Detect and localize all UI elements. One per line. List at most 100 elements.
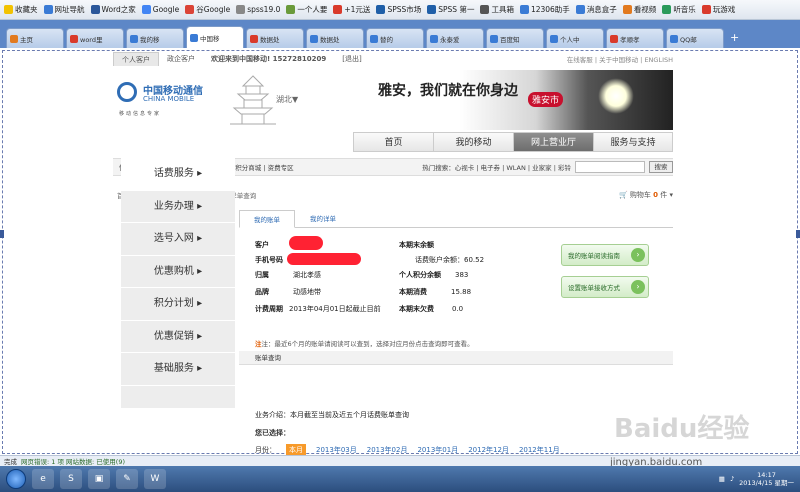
bill-guide-button[interactable]: 我的账单阅读指南 › (561, 244, 649, 266)
region-row: 归属 湖北孝感 (255, 271, 321, 279)
search-button[interactable]: 搜索 (649, 161, 673, 173)
month-option[interactable]: 2013年01月 (417, 445, 458, 455)
page-icon (430, 34, 438, 43)
status-detail[interactable]: 网页错误: 1 项 网站数据: 已使用(9) (21, 456, 125, 466)
tab-group[interactable]: 政企客户 (159, 52, 203, 66)
sidebar-item-number[interactable]: 选号入网 ▸ (121, 223, 235, 256)
sidebar-item-basic[interactable]: 基础服务 ▸ (121, 353, 235, 386)
spss-icon (376, 5, 386, 14)
page-icon (610, 34, 618, 43)
redaction (287, 253, 361, 265)
browser-tab[interactable]: 个人中 (546, 28, 604, 48)
customer-label: 客户 (255, 241, 269, 249)
favorites-item[interactable]: 看视频 (622, 4, 656, 15)
favorites-item[interactable]: 消息盒子 (575, 4, 617, 15)
top-right-links[interactable]: 在线客服 | 关于中国移动 | ENGLISH (567, 54, 673, 64)
month-option[interactable]: 2012年11月 (519, 445, 560, 455)
new-tab-icon[interactable]: + (730, 31, 739, 48)
star-icon (4, 5, 13, 14)
tab-my-bill[interactable]: 我的账单 (239, 210, 295, 228)
content-tabs: 我的账单 我的详单 (239, 210, 673, 228)
logout-link[interactable]: [退出] (334, 52, 369, 66)
month-option[interactable]: 2013年03月 (316, 445, 357, 455)
clock[interactable]: 14:17 2013/4/15 星期一 (739, 471, 794, 487)
browser-tab[interactable]: word里 (66, 28, 124, 48)
points-row: 个人积分余额 383 (399, 271, 469, 279)
favorites-item[interactable]: 收藏夹 (4, 4, 38, 15)
arrow-right-icon: › (631, 280, 645, 294)
page-icon (310, 34, 318, 43)
system-tray: ▦ ♪ 14:17 2013/4/15 星期一 (719, 471, 800, 487)
edge-marker (0, 230, 4, 238)
section-header: 账单查询 (239, 351, 673, 365)
nav-service[interactable]: 服务与支持 (593, 132, 673, 152)
browser-tab[interactable]: 主页 (6, 28, 64, 48)
search-input[interactable] (575, 161, 645, 173)
favorites-item[interactable]: 听音乐 (662, 4, 696, 15)
nav-online-hall[interactable]: 网上营业厅 (513, 132, 593, 152)
favorites-item[interactable]: SPSS 第一 (427, 4, 474, 15)
tab-my-detail[interactable]: 我的详单 (295, 210, 351, 228)
sidebar-item-fee[interactable]: 话费服务 ▸ (121, 158, 235, 191)
month-option[interactable]: 2013年02月 (367, 445, 408, 455)
sidebar-item-business[interactable]: 业务办理 ▸ (121, 191, 235, 223)
browser-tab[interactable]: QQ邮 (666, 28, 724, 48)
tab-personal[interactable]: 个人客户 (113, 52, 159, 66)
balance-label: 本期末余额 (399, 241, 434, 249)
top-nav: 个人客户 政企客户 欢迎来到中国移动! 15272810209 [退出] 在线客… (113, 52, 673, 66)
favorites-item[interactable]: 12306助手 (519, 4, 570, 15)
sidebar-item-phone[interactable]: 优惠购机 ▸ (121, 256, 235, 288)
hot-search-links[interactable]: 热门搜索：心视卡 | 电子券 | WLAN | 业家家 | 彩铃 (422, 162, 571, 172)
favorites-item[interactable]: 工具箱 (480, 4, 514, 15)
browser-tab-active[interactable]: 中国移 (186, 26, 244, 48)
nav-my-mobile[interactable]: 我的移动 (433, 132, 513, 152)
browser-tab[interactable]: 数据处 (246, 28, 304, 48)
month-option[interactable]: 2012年12月 (468, 445, 509, 455)
favorites-item[interactable]: 一个人要 (286, 4, 327, 15)
phone-label: 手机号码 (255, 256, 283, 264)
favorites-item[interactable]: Word之家 (90, 4, 136, 15)
region-selector[interactable]: 湖北▼ (276, 94, 298, 105)
video-icon (622, 5, 632, 14)
bill-delivery-button[interactable]: 设置账单接收方式 › (561, 276, 649, 298)
notice-text: 注注：最近6个月的账单请阅读可以查到，选择对应月份点击查询即可查看。 (255, 340, 474, 348)
start-button[interactable] (6, 469, 26, 489)
browser-tab[interactable]: 数据处 (306, 28, 364, 48)
browser-tab[interactable]: 孝顺孝 (606, 28, 664, 48)
page-icon (250, 34, 258, 43)
page-icon (10, 34, 18, 43)
favorites-item[interactable]: spss19.0 (236, 5, 280, 14)
logo-en: CHINA MOBILE (143, 95, 195, 103)
unpaid-row: 本期末欠费 0.0 (399, 305, 464, 313)
sidebar-item-points[interactable]: 积分计划 ▸ (121, 288, 235, 321)
network-icon[interactable]: ▦ (719, 475, 725, 483)
cycle-row: 计费周期 2013年04月01日起截止目前 (255, 305, 381, 313)
favorites-item[interactable]: 谷Google (185, 4, 230, 15)
china-mobile-logo[interactable]: 中国移动通信 CHINA MOBILE 移动信息专家 (117, 78, 227, 122)
cart-count: 0 (653, 191, 659, 199)
redaction (289, 236, 323, 250)
word-icon[interactable]: W (144, 469, 166, 489)
spend-row: 本期消费 15.88 (399, 288, 472, 296)
volume-icon[interactable]: ♪ (730, 475, 734, 483)
browser-tab[interactable]: 替的 (366, 28, 424, 48)
favorites-item[interactable]: 玩游戏 (701, 4, 735, 15)
cart[interactable]: 🛒 购物车 0 件 ▾ (619, 190, 673, 200)
nav-home[interactable]: 首页 (353, 132, 433, 152)
sogou-icon[interactable]: S (60, 469, 82, 489)
browser-tab[interactable]: 永泰爱 (426, 28, 484, 48)
sidebar-item-promo[interactable]: 优惠促销 ▸ (121, 321, 235, 353)
favorites-item[interactable]: SPSS市场 (376, 4, 421, 15)
favorites-item[interactable]: +1元送 (333, 4, 370, 15)
folder-icon[interactable]: ▣ (88, 469, 110, 489)
favorites-item[interactable]: Google (141, 5, 179, 14)
hot-search: 热门搜索：心视卡 | 电子券 | WLAN | 业家家 | 彩铃 搜索 (422, 161, 673, 173)
browser-tab[interactable]: 我的移 (126, 28, 184, 48)
browser-tab[interactable]: 百度知 (486, 28, 544, 48)
ie-icon[interactable]: e (32, 469, 54, 489)
note-icon[interactable]: ✎ (116, 469, 138, 489)
google-icon (141, 5, 151, 14)
banner[interactable]: 雅安，我们就在你身边 雅安市 (368, 70, 673, 130)
favorites-item[interactable]: 网址导航 (43, 4, 85, 15)
main-nav: 首页 我的移动 网上营业厅 服务与支持 (113, 132, 673, 152)
